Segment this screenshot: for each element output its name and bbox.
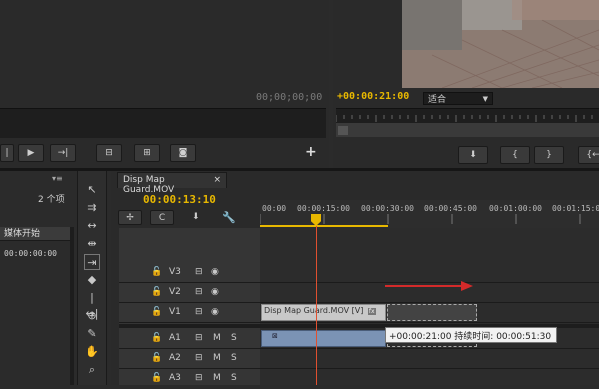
red-arrow-annotation [385,281,473,291]
track-a3: 🔓 A3 ⊟ M S [119,369,599,389]
camera-icon[interactable]: ◙ [170,144,196,162]
ruler-label: 00:01:15:00 [552,204,599,213]
ruler-label: 00:01:00:00 [489,204,542,213]
mute-button[interactable]: M [213,373,221,383]
film-icon[interactable]: ⊟ [195,287,203,297]
insert-icon[interactable]: ⊟ [96,144,122,162]
brick-pavement-image [402,0,599,88]
snap-icon[interactable]: C [150,210,174,225]
step-forward-icon[interactable]: →| [50,144,76,162]
track-label[interactable]: A2 [169,353,181,363]
ruler-label: 00:00 [262,204,287,213]
track-label[interactable]: V1 [169,307,181,317]
hand-tool-icon[interactable]: ✋ [84,344,100,360]
track-select-tool-icon[interactable]: ⇉ [84,200,100,216]
timeline-controls: ✢ C ⬇ 🔧 [118,210,258,226]
slide-tool-icon[interactable]: ⊕ [84,308,100,324]
pen-tool-icon[interactable]: ✎ [84,326,100,342]
program-video-frame [402,0,599,88]
play-icon[interactable]: ▶ [18,144,44,162]
solo-button[interactable]: S [231,373,237,383]
marker-icon[interactable]: ⬇ [458,146,488,164]
fit-label: 适合 [428,95,447,105]
add-button-icon[interactable]: + [305,144,317,160]
solo-button[interactable]: S [231,333,237,343]
ruler-label: 00:00:15:00 [297,204,350,213]
lock-icon[interactable]: 🔓 [151,307,162,317]
close-icon[interactable]: × [213,175,221,186]
lock-icon[interactable]: 🔓 [151,267,162,277]
lock-icon[interactable]: 🔓 [151,353,162,363]
item-count: 2 个项 [38,195,65,205]
clip-label: Disp Map Guard.MOV [V] [264,306,364,315]
wrench-icon[interactable]: 🔧 [222,211,236,224]
sequence-tab[interactable]: Disp Map Guard.MOV × [117,172,227,195]
panel-menu-icon[interactable]: ▾≡ [52,174,63,183]
zoom-tool-icon[interactable]: ⌕ [84,362,100,378]
program-scrub-bar[interactable] [335,108,599,137]
sequence-tab-label: Disp Map Guard.MOV [123,175,175,195]
ruler-label: 00:00:30:00 [361,204,414,213]
track-label[interactable]: V3 [169,267,181,277]
project-row-start[interactable]: 00:00:00:00 [4,249,57,258]
sequence-timecode[interactable]: 00:00:13:10 [143,193,216,206]
video-clip[interactable]: Disp Map Guard.MOV [V] fx [261,304,386,321]
rolling-edit-tool-icon[interactable]: ⇹ [84,236,100,252]
solo-button[interactable]: S [231,353,237,363]
tooltip-text: +00:00:21:00 持续时间: 00:00:51:30 [389,332,552,342]
program-ruler [335,115,599,137]
project-column-header[interactable]: 媒体开始 [0,227,70,241]
mark-out-icon[interactable]: } [534,146,564,164]
lock-icon[interactable]: 🔓 [151,373,162,383]
fit-dropdown[interactable]: 适合 ▼ [423,92,493,105]
film-icon[interactable]: ⊟ [195,353,203,363]
film-icon[interactable]: ⊟ [195,373,203,383]
rate-stretch-tool-icon[interactable]: ⇥ [84,254,100,270]
track-label[interactable]: A1 [169,333,181,343]
clip-ghost-extension [387,304,477,321]
mark-in-icon[interactable]: { [500,146,530,164]
eye-icon[interactable]: ◉ [211,267,219,277]
program-timecode[interactable]: +00:00:21:00 [337,91,409,102]
track-label[interactable]: A3 [169,373,181,383]
track-a2: 🔓 A2 ⊟ M S [119,349,599,369]
razor-tool-icon[interactable]: ◆ [84,272,100,288]
trim-tooltip: +00:00:21:00 持续时间: 00:00:51:30 [385,327,557,343]
audio-clip-fx-icon: ⊠ [272,332,278,340]
track-v2: 🔓 V2 ⊟ ◉ [119,283,599,303]
ripple-edit-tool-icon[interactable]: ↔ [84,218,100,234]
ruler-label: 00:00:45:00 [424,204,477,213]
project-scrollbar[interactable] [70,227,74,385]
film-icon[interactable]: ⊟ [195,307,203,317]
mute-button[interactable]: M [213,333,221,343]
step-back-icon[interactable]: | [0,144,14,162]
source-transport: | ▶ →| ⊟ ⊞ ◙ + [0,142,329,166]
column-media-start: 媒体开始 [4,229,41,239]
source-scrub-bar[interactable] [0,108,326,138]
audio-clip[interactable]: ⊠ [261,330,386,347]
track-label[interactable]: V2 [169,287,181,297]
overwrite-icon[interactable]: ⊞ [134,144,160,162]
source-timecode: 00;00;00;00 [256,92,323,103]
lock-icon[interactable]: 🔓 [151,287,162,297]
go-to-in-icon[interactable]: {← [578,146,599,164]
chevron-down-icon: ▼ [482,94,488,103]
fx-badge: fx [367,308,376,315]
eye-icon[interactable]: ◉ [211,287,219,297]
film-icon[interactable]: ⊟ [195,267,203,277]
add-marker-icon[interactable]: ⬇ [192,212,200,222]
nest-icon[interactable]: ✢ [118,210,142,225]
slip-tool-icon[interactable]: |↔| [84,290,100,320]
work-area-bar[interactable] [260,225,388,227]
timeline-ruler[interactable]: 00:00 00:00:15:00 00:00:30:00 00:00:45:0… [260,200,599,228]
film-icon[interactable]: ⊟ [195,333,203,343]
eye-icon[interactable]: ◉ [211,307,219,317]
mute-button[interactable]: M [213,353,221,363]
selection-tool-icon[interactable]: ↖ [84,182,100,198]
playhead-line [316,226,317,385]
lock-icon[interactable]: 🔓 [151,333,162,343]
track-v3: 🔓 V3 ⊟ ◉ [119,263,599,283]
